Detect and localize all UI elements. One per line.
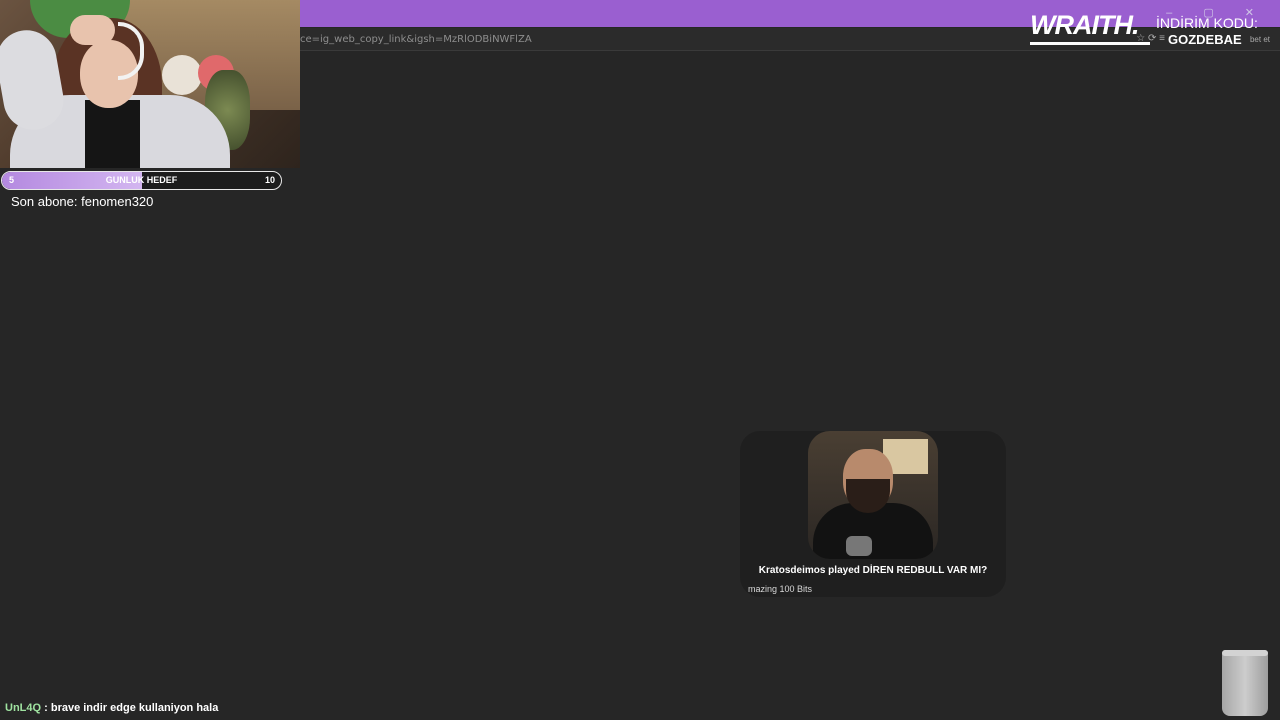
url-text[interactable]: ce=ig_web_copy_link&igsh=MzRlODBiNWFlZA (300, 34, 532, 45)
streamer-shirt (85, 100, 140, 168)
microphone-icon (846, 536, 872, 556)
sponsor-banner: WRAITH. İNDİRİM KODU: GOZDEBAE (1028, 10, 1278, 50)
bits-alert: Kratosdeimos played DİREN REDBULL VAR MI… (740, 431, 1006, 597)
discount-code: GOZDEBAE (1168, 32, 1242, 47)
streamer-hand (70, 15, 115, 45)
plush-toy (162, 55, 202, 95)
goal-end-value: 10 (264, 175, 275, 185)
goal-title: GUNLUK HEDEF (105, 175, 178, 185)
chat-text: : brave indir edge kullaniyon hala (44, 702, 219, 714)
sponsor-underline (1030, 42, 1150, 45)
chat-username: UnL4Q (5, 702, 42, 714)
alert-avatar-image (808, 431, 938, 559)
cup-rim (1222, 650, 1268, 656)
last-subscriber: Son abone: fenomen320 (11, 194, 154, 209)
webcam-feed (0, 0, 300, 168)
cup-icon (1222, 650, 1268, 716)
discount-label: İNDİRİM KODU: (1156, 15, 1258, 31)
alert-subtitle: mazing 100 Bits (748, 584, 813, 594)
sponsor-logo: WRAITH. (1030, 10, 1139, 40)
alert-title: Kratosdeimos played DİREN REDBULL VAR MI… (758, 565, 988, 576)
chat-message: UnL4Q : brave indir edge kullaniyon hala (5, 702, 218, 714)
daily-goal-bar: 5 GUNLUK HEDEF 10 (1, 171, 282, 190)
